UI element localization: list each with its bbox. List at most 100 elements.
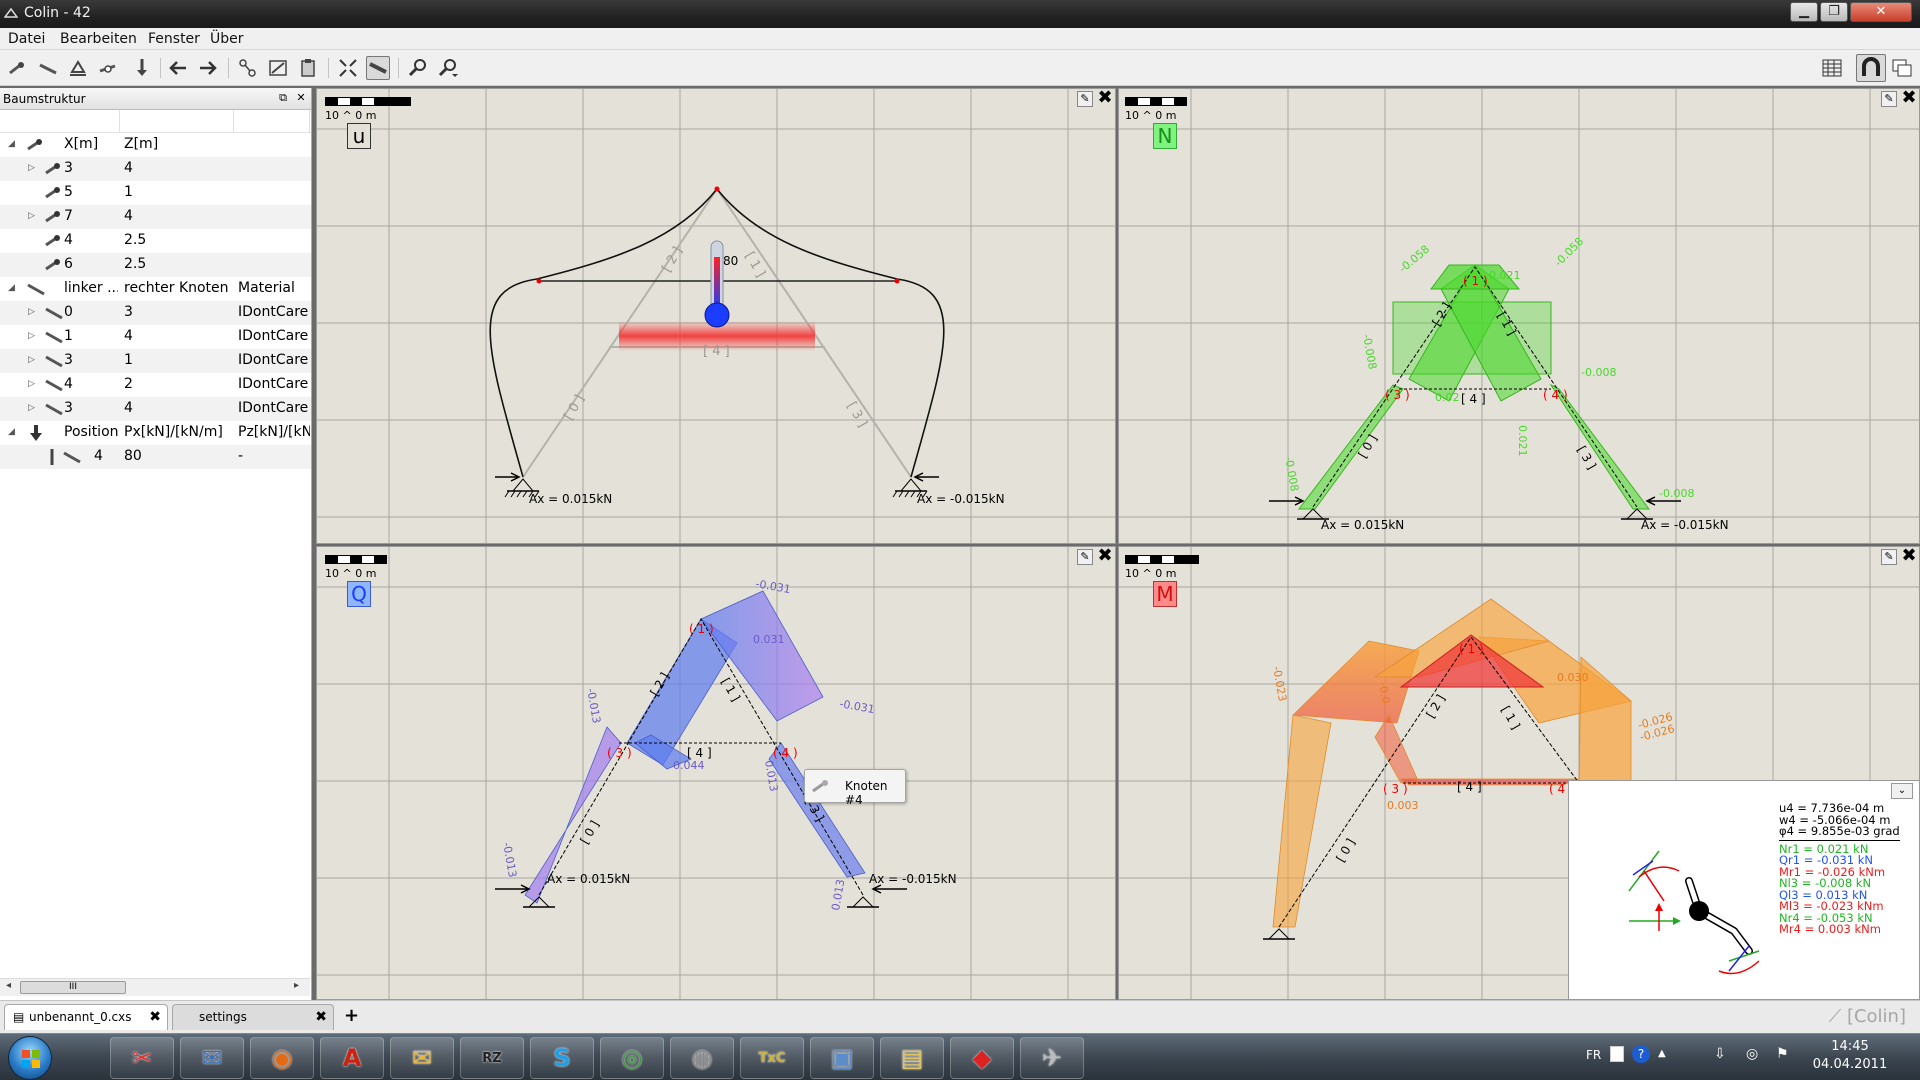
- tree-node-row[interactable]: ▷ 3 4: [0, 157, 311, 181]
- collapse-arrow-icon[interactable]: ◢: [8, 283, 15, 293]
- tree-node-row[interactable]: 6 2.5: [0, 253, 311, 277]
- view-close-icon[interactable]: ✖: [1901, 89, 1917, 107]
- outlook-taskbar-button[interactable]: ✉: [390, 1037, 454, 1079]
- beam-tool-button[interactable]: [36, 56, 60, 80]
- acrobat-reader-taskbar-button[interactable]: A: [320, 1037, 384, 1079]
- tree-horizontal-scrollbar[interactable]: ◂ III ▸: [0, 978, 310, 996]
- normal-force-view[interactable]: -0.058 0.021 -0.058 -0.008 -0.008 0.02 0…: [1118, 88, 1920, 544]
- tab-close-icon[interactable]: ✖: [315, 1005, 327, 1029]
- chrome-taskbar-button[interactable]: ◎: [600, 1037, 664, 1079]
- snipping-taskbar-button[interactable]: ✂: [110, 1037, 174, 1079]
- colin-taskbar-button[interactable]: ✈: [1020, 1037, 1084, 1079]
- ruler-button[interactable]: [366, 56, 390, 80]
- thunderbird-taskbar-button[interactable]: ✉: [180, 1037, 244, 1079]
- tree-beam-row[interactable]: ▷ 1 4 IDontCare: [0, 325, 311, 349]
- tree-node-row[interactable]: 5 1: [0, 181, 311, 205]
- windows-button[interactable]: [1890, 56, 1914, 80]
- tree-beam-row[interactable]: ▷ 3 4 IDontCare: [0, 397, 311, 421]
- expand-arrow-icon[interactable]: ▷: [28, 355, 35, 365]
- help-icon[interactable]: ?: [1632, 1045, 1650, 1063]
- tree-beam-row[interactable]: ▷ 3 1 IDontCare: [0, 349, 311, 373]
- table-button[interactable]: [1820, 56, 1844, 80]
- collapse-arrow-icon[interactable]: ◢: [8, 139, 15, 149]
- shear-force-view[interactable]: -0.031 0.031 -0.031 -0.013 0.044 0.013 -…: [316, 546, 1116, 1000]
- media-taskbar-button[interactable]: ◍: [670, 1037, 734, 1079]
- undo-button[interactable]: [166, 56, 190, 80]
- view-settings-icon[interactable]: ✎: [1881, 549, 1897, 565]
- network-icon[interactable]: ⇩: [1714, 1046, 1726, 1062]
- displacement-canvas[interactable]: 80 [ 2 ] [ 1 ] [ 4 ] [ 0 ] [ 3 ] Ax = 0.…: [317, 89, 1116, 544]
- tree-beam-row[interactable]: ▷ 0 3 IDontCare: [0, 301, 311, 325]
- magnet-button[interactable]: [1856, 54, 1886, 82]
- language-indicator[interactable]: FR: [1586, 1048, 1601, 1062]
- tray-expand-icon[interactable]: ▲: [1658, 1048, 1666, 1059]
- menu-fenster[interactable]: Fenster: [148, 31, 200, 47]
- tab-close-icon[interactable]: ✖: [149, 1005, 161, 1029]
- view-close-icon[interactable]: ✖: [1097, 89, 1113, 107]
- hinge-tool-button[interactable]: [96, 56, 120, 80]
- shear-force-canvas[interactable]: -0.031 0.031 -0.031 -0.013 0.044 0.013 -…: [317, 547, 1116, 1000]
- tab-unbenannt[interactable]: ▤ unbenannt_0.cxs ✖: [4, 1004, 168, 1030]
- scroll-right-icon[interactable]: ▸: [294, 980, 299, 991]
- expand-arrow-icon[interactable]: ▷: [28, 307, 35, 317]
- view-settings-icon[interactable]: ✎: [1881, 91, 1897, 107]
- node-tool-button[interactable]: [6, 56, 30, 80]
- expand-arrow-icon[interactable]: ▷: [28, 211, 35, 221]
- load-tool-button[interactable]: [130, 56, 154, 80]
- view-settings-icon[interactable]: ✎: [1077, 549, 1093, 565]
- edit-button[interactable]: [266, 56, 290, 80]
- flag-icon[interactable]: ⚑: [1776, 1046, 1789, 1062]
- start-button[interactable]: [8, 1036, 52, 1080]
- float-icon[interactable]: ⧉: [276, 91, 290, 105]
- svg-text:-0.031: -0.031: [838, 697, 875, 716]
- close-button[interactable]: ✕: [1850, 2, 1912, 22]
- expand-arrow-icon[interactable]: ▷: [28, 163, 35, 173]
- minimize-button[interactable]: ▁: [1790, 2, 1818, 22]
- fit-view-button[interactable]: [336, 56, 360, 80]
- cut-button[interactable]: [236, 56, 260, 80]
- tree-loads-header[interactable]: ◢ Position Px[kN]/[kN/m] Pz[kN]/[kN/: [0, 421, 311, 445]
- menu-ueber[interactable]: Über: [210, 31, 244, 47]
- maximize-button[interactable]: ❐: [1820, 2, 1848, 22]
- paste-button[interactable]: [296, 56, 320, 80]
- sync-icon[interactable]: ◎: [1746, 1046, 1758, 1062]
- view-settings-icon[interactable]: ✎: [1077, 91, 1093, 107]
- menu-datei[interactable]: Datei: [8, 31, 45, 47]
- keyboard-icon[interactable]: [1610, 1046, 1624, 1062]
- firefox-taskbar-button[interactable]: ◉: [250, 1037, 314, 1079]
- menu-bearbeiten[interactable]: Bearbeiten: [60, 31, 137, 47]
- close-panel-icon[interactable]: ✕: [294, 91, 308, 105]
- clock[interactable]: 14:45 04.04.2011: [1810, 1038, 1890, 1074]
- tree-node-row[interactable]: ▷ 7 4: [0, 205, 311, 229]
- collapse-arrow-icon[interactable]: ◢: [8, 427, 15, 437]
- explorer-taskbar-button[interactable]: ▤: [880, 1037, 944, 1079]
- tab-settings[interactable]: settings ✖: [172, 1004, 334, 1030]
- support-tool-button[interactable]: [66, 56, 90, 80]
- zoom-out-button[interactable]: [436, 56, 460, 80]
- tree-node-row[interactable]: 4 2.5: [0, 229, 311, 253]
- scroll-left-icon[interactable]: ◂: [6, 980, 11, 991]
- scroll-thumb[interactable]: III: [20, 981, 126, 994]
- scale-bar: [1125, 555, 1199, 564]
- expand-arrow-icon[interactable]: ▷: [28, 403, 35, 413]
- tree-beams-header[interactable]: ◢ linker ... rechter Knoten Material: [0, 277, 311, 301]
- zoom-in-button[interactable]: [406, 56, 430, 80]
- tree-load-row[interactable]: 4 80 -: [0, 445, 311, 469]
- pdf-taskbar-button[interactable]: ◆: [950, 1037, 1014, 1079]
- tree-beam-row[interactable]: ▷ 4 2 IDontCare: [0, 373, 311, 397]
- photo-taskbar-button[interactable]: ▣: [810, 1037, 874, 1079]
- view-close-icon[interactable]: ✖: [1097, 547, 1113, 565]
- normal-force-canvas[interactable]: -0.058 0.021 -0.058 -0.008 -0.008 0.02 0…: [1119, 89, 1920, 544]
- rz-taskbar-button[interactable]: RZ: [460, 1037, 524, 1079]
- redo-button[interactable]: [196, 56, 220, 80]
- expand-arrow-icon[interactable]: ▷: [28, 379, 35, 389]
- add-tab-icon[interactable]: +: [344, 1005, 359, 1026]
- infobox-toggle-icon[interactable]: ⌄: [1891, 783, 1913, 799]
- displacement-view[interactable]: 80 [ 2 ] [ 1 ] [ 4 ] [ 0 ] [ 3 ] Ax = 0.…: [316, 88, 1116, 544]
- tree-nodes-header[interactable]: ◢ X[m] Z[m]: [0, 133, 311, 157]
- skype-taskbar-button[interactable]: S: [530, 1037, 594, 1079]
- expand-arrow-icon[interactable]: ▷: [28, 331, 35, 341]
- view-close-icon[interactable]: ✖: [1901, 547, 1917, 565]
- txc-taskbar-button[interactable]: TxC: [740, 1037, 804, 1079]
- acrobat-reader-icon: A: [342, 1044, 362, 1072]
